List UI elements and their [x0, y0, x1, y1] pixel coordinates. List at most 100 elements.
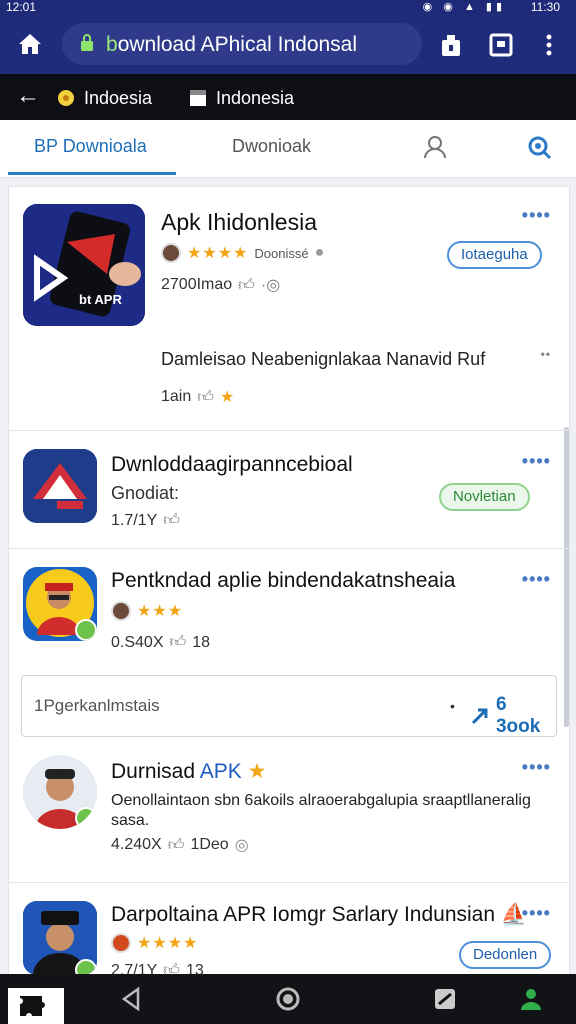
more-options-icon[interactable]: •••• [522, 903, 551, 924]
status-time: 12:01 [6, 0, 37, 14]
avatar [111, 601, 131, 621]
tab-label: Indoesia [84, 88, 153, 108]
back-arrow-icon[interactable]: ← [16, 84, 40, 108]
app-rating: ★★★★ [111, 933, 198, 953]
rating-stars: ★★★ [137, 603, 184, 620]
downloads-value: 1.7/1Y [111, 511, 158, 529]
section-tabs: BP Downioala Dwonioak [0, 120, 576, 178]
menu-icon[interactable] [536, 32, 562, 58]
stat-value: 1ain [161, 388, 192, 405]
downloads-value: 2700Imao [161, 276, 233, 293]
app-icon [23, 567, 97, 641]
tab-indonesia[interactable]: Indonesia [188, 86, 294, 110]
separator-dot: • [450, 698, 455, 714]
app-description: Oenollaintaon sbn 6akoils alraoerabgalup… [111, 792, 531, 829]
more-dots-icon[interactable]: •• [541, 347, 551, 361]
rating-stars: ★★★★ [187, 245, 249, 262]
url-bar[interactable]: bownload APhical Indonsal [62, 23, 422, 65]
tab-downloads[interactable]: BP Downioala [34, 136, 147, 157]
tab-indoesia[interactable]: Indoesia [56, 86, 152, 110]
assistant-icon[interactable] [518, 986, 544, 1012]
thumbs-up-icon: 👍︎ [163, 512, 180, 529]
info-icon: ● [314, 244, 325, 261]
status-time-right: 11:30 [530, 0, 560, 14]
globe-icon: ·◎ [260, 277, 281, 294]
list-item[interactable]: Pentkndad aplie bindendakatnsheaia ★★★ 0… [9, 549, 569, 673]
download-count: 4.240X 👍︎ 1Deo ◎ [111, 835, 249, 855]
tabs-icon[interactable] [488, 32, 514, 58]
rating-label: Doonissé [254, 245, 309, 261]
install-button[interactable]: Dedonlen [459, 941, 552, 969]
kite-icon [23, 449, 97, 523]
verified-badge-icon [75, 807, 97, 829]
verified-badge-icon [75, 619, 97, 641]
app-title: Durnisad APK ★ [111, 759, 266, 784]
url-scheme: b [106, 33, 118, 56]
thumbs-up-icon: 👍︎ [238, 276, 255, 294]
more-options-icon[interactable]: •••• [522, 569, 551, 590]
star-badge-icon: ★ [247, 760, 267, 783]
app-rating: ★★★ [111, 601, 183, 621]
app-description: Damleisao Neabenignlakaa Nanavid Ruf [161, 349, 486, 369]
stat-value: 18 [192, 633, 211, 651]
recents-icon[interactable] [432, 986, 458, 1012]
tab-label: Indonesia [216, 88, 295, 108]
title-text: Darpoltaina APR Iomgr Sarlary Indunsian [111, 903, 496, 926]
page-icon [190, 90, 206, 106]
flower-icon [58, 90, 74, 106]
download-count: 0.S40X 👍︎ 18 [111, 633, 210, 652]
url-text: bownload APhical Indonsal [106, 33, 357, 57]
go-label: 6 3ook [495, 694, 541, 737]
status-bar: 12:01 ◉ ◉ ▲ ▮▮ 11:30 [0, 0, 576, 14]
app-shortcut[interactable] [8, 988, 64, 1024]
list-item[interactable]: Durnisad APK ★ Oenollaintaon sbn 6akoils… [9, 739, 569, 883]
stat-value: 1Deo [190, 836, 229, 853]
puzzle-icon [20, 996, 45, 1016]
list-item[interactable]: Dwnloddaagirpanncebioal Gnodiat: 1.7/1Y … [9, 431, 569, 549]
app-title: Apk Ihidonlesia [161, 209, 317, 235]
downloads-value: 0.S40X [111, 633, 164, 651]
install-button[interactable]: Iotaeguha [447, 241, 542, 269]
app-icon: bt APR [23, 204, 145, 326]
status-icons: ◉ ◉ ▲ ▮▮ [422, 1, 506, 13]
avatar [161, 243, 181, 263]
download-icon[interactable] [438, 32, 464, 58]
app-stat: 1ain 👍︎ ★ [161, 387, 234, 407]
title-prefix: Durnisad [111, 760, 200, 783]
list-item[interactable]: Darpoltaina APR Iomgr Sarlary Indunsian … [9, 883, 569, 975]
back-icon[interactable] [118, 986, 144, 1012]
verified-badge-icon [75, 959, 97, 975]
app-list: bt APR Apk Ihidonlesia ★★★★ Doonissé ● 2… [8, 186, 570, 976]
system-nav-bar [0, 974, 576, 1024]
icon-caption: bt APR [79, 292, 122, 307]
title-apk: APK [199, 760, 242, 783]
active-tab-indicator [8, 172, 176, 175]
rating-stars: ★★★★ [137, 935, 199, 952]
download-count: 2700Imao 👍︎ ·◎ [161, 275, 280, 295]
home-icon[interactable] [16, 30, 44, 58]
star-badge-icon: ★ [219, 389, 235, 406]
search-icon[interactable] [526, 134, 552, 160]
url-host: ownload APhical Indonsal [117, 33, 358, 56]
download-count: 1.7/1Y 👍︎ [111, 511, 180, 530]
app-rating: ★★★★ Doonissé ● [161, 243, 324, 263]
home-circle-icon[interactable] [275, 986, 301, 1012]
more-options-icon[interactable]: •••• [522, 205, 551, 226]
globe-icon: ◎ [234, 837, 249, 854]
more-options-icon[interactable]: •••• [522, 757, 551, 778]
thumbs-up-icon: 👍︎ [169, 634, 187, 651]
thumbs-up-icon: 👍︎ [197, 388, 214, 406]
search-placeholder: 1Pgerkanlmstais [34, 696, 160, 715]
search-filter-box[interactable]: 1Pgerkanlmstais • 6 3ook [21, 675, 557, 737]
search-go-button[interactable]: 6 3ook [470, 694, 556, 738]
profile-icon[interactable] [422, 134, 448, 160]
app-title: Pentkndad aplie bindendakatnsheaia [111, 569, 456, 592]
list-item[interactable]: bt APR Apk Ihidonlesia ★★★★ Doonissé ● 2… [9, 187, 569, 431]
install-button[interactable]: Novletian [439, 483, 530, 511]
tab-download[interactable]: Dwonioak [232, 136, 311, 157]
tab-strip: ← Indoesia Indonesia [0, 74, 576, 120]
more-options-icon[interactable]: •••• [522, 451, 551, 472]
app-icon [23, 449, 97, 523]
app-icon [23, 755, 97, 829]
app-title: Darpoltaina APR Iomgr Sarlary Indunsian … [111, 903, 527, 927]
